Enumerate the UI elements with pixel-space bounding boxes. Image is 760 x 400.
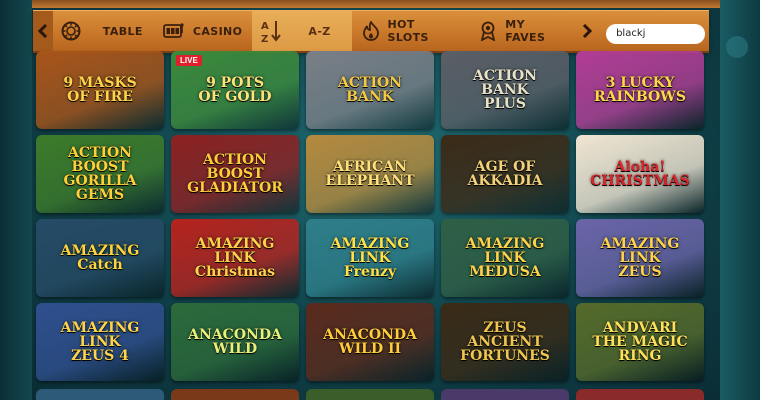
chip-icon <box>61 21 81 41</box>
games-grid-next-row <box>36 389 716 400</box>
tab-my-faves-label: MY FAVES <box>505 18 546 44</box>
slot-machine-icon <box>162 22 185 40</box>
game-tile[interactable]: AMAZING LINK ZEUS <box>576 219 704 297</box>
game-title: ACTION BOOST GLADIATOR <box>187 152 283 196</box>
game-title: 3 LUCKY RAINBOWS <box>594 75 686 105</box>
tab-casino-label: CASINO <box>192 24 243 38</box>
game-tile[interactable]: ANACONDA WILD II <box>306 303 434 381</box>
nav-next-button[interactable] <box>578 11 596 51</box>
wood-frame-top <box>0 0 760 8</box>
game-title: AMAZING Catch <box>60 243 140 273</box>
game-tile[interactable]: ANACONDA WILD <box>171 303 299 381</box>
game-tile-partial[interactable] <box>441 389 569 400</box>
game-tile[interactable]: AMAZING Catch <box>36 219 164 297</box>
chevron-right-icon <box>583 24 593 38</box>
game-tile-partial[interactable] <box>576 389 704 400</box>
svg-text:A: A <box>261 21 269 32</box>
tab-a-z[interactable]: AZ A-Z <box>252 11 352 51</box>
sort-az-icon: AZ <box>260 18 282 44</box>
category-nav: TABLE CASINO AZ A-Z HOT SLOTS MY FAVES <box>33 10 709 53</box>
game-title: ZEUS ANCIENT FORTUNES <box>460 320 550 364</box>
game-title: ANACONDA WILD <box>188 327 282 357</box>
nav-prev-button[interactable] <box>33 11 53 51</box>
game-title: AFRICAN ELEPHANT <box>325 159 415 189</box>
game-title: AMAZING LINK MEDUSA <box>465 236 545 280</box>
game-tile[interactable]: ZEUS ANCIENT FORTUNES <box>441 303 569 381</box>
search-input[interactable] <box>606 23 706 44</box>
game-title: AGE OF AKKADIA <box>467 159 543 189</box>
game-title: AMAZING LINK Frenzy <box>330 236 410 280</box>
game-tile-partial[interactable] <box>306 389 434 400</box>
search-box <box>606 21 706 44</box>
left-frame <box>0 0 32 400</box>
flame-icon <box>362 21 380 41</box>
game-tile-partial[interactable] <box>171 389 299 400</box>
tab-my-faves[interactable]: MY FAVES <box>469 11 578 51</box>
tab-hot-slots-label: HOT SLOTS <box>387 18 429 44</box>
game-title: ANDVARI THE MAGIC RING <box>592 320 688 364</box>
game-tile[interactable]: 9 MASKS OF FIRE <box>36 51 164 129</box>
game-tile[interactable]: ACTION BOOST GLADIATOR <box>171 135 299 213</box>
right-frame <box>720 0 760 400</box>
tab-casino[interactable]: CASINO <box>153 11 253 51</box>
tab-table[interactable]: TABLE <box>53 11 153 51</box>
game-title: Aloha! CHRISTMAS <box>590 159 690 189</box>
tab-table-label: TABLE <box>102 24 143 38</box>
game-tile[interactable]: AMAZING LINK Christmas <box>171 219 299 297</box>
game-title: AMAZING LINK ZEUS <box>600 236 680 280</box>
game-tile[interactable]: LIVE 9 POTS OF GOLD <box>171 51 299 129</box>
chevron-left-icon <box>37 24 47 38</box>
game-tile[interactable]: 3 LUCKY RAINBOWS <box>576 51 704 129</box>
game-tile[interactable]: AGE OF AKKADIA <box>441 135 569 213</box>
game-tile[interactable]: AMAZING LINK ZEUS 4 <box>36 303 164 381</box>
game-tile[interactable]: ACTION BANK PLUS <box>441 51 569 129</box>
tab-hot-slots[interactable]: HOT SLOTS <box>352 11 470 51</box>
game-tile[interactable]: AMAZING LINK Frenzy <box>306 219 434 297</box>
game-title: ACTION BANK PLUS <box>473 68 537 112</box>
game-tile[interactable]: AMAZING LINK MEDUSA <box>441 219 569 297</box>
game-tile[interactable]: AFRICAN ELEPHANT <box>306 135 434 213</box>
game-tile[interactable]: ACTION BOOST GORILLA GEMS <box>36 135 164 213</box>
scroll-handle[interactable] <box>726 36 748 58</box>
game-tile[interactable]: ANDVARI THE MAGIC RING <box>576 303 704 381</box>
svg-text:Z: Z <box>261 34 268 44</box>
game-tile[interactable]: ACTION BANK <box>306 51 434 129</box>
game-title: ACTION BOOST GORILLA GEMS <box>63 145 137 203</box>
tab-a-z-label: A-Z <box>308 24 331 38</box>
game-title: 9 MASKS OF FIRE <box>63 75 137 105</box>
game-title: 9 POTS OF GOLD <box>198 75 272 105</box>
game-tile[interactable]: Aloha! CHRISTMAS <box>576 135 704 213</box>
medal-icon <box>479 21 497 41</box>
games-grid: 9 MASKS OF FIRE LIVE 9 POTS OF GOLD ACTION … <box>36 51 716 381</box>
game-tile-partial[interactable] <box>36 389 164 400</box>
game-title: ACTION BANK <box>338 75 402 105</box>
game-title: AMAZING LINK ZEUS 4 <box>60 320 140 364</box>
game-title: AMAZING LINK Christmas <box>194 236 276 280</box>
live-badge: LIVE <box>176 55 202 66</box>
game-title: ANACONDA WILD II <box>323 327 417 357</box>
